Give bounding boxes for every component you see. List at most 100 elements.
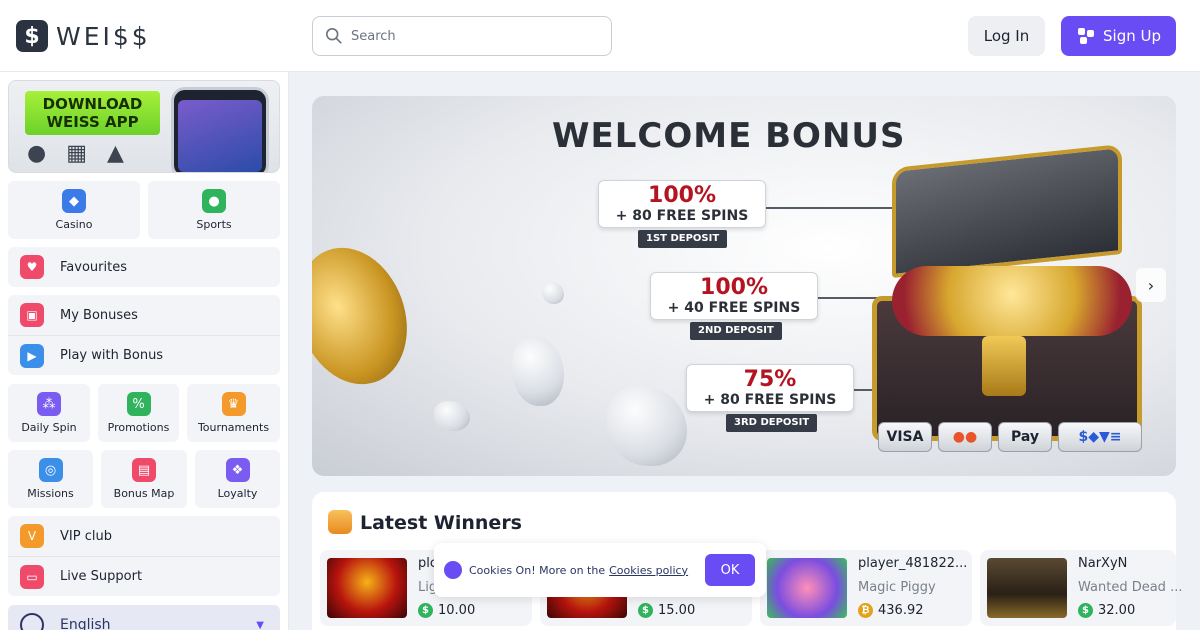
support-group: V VIP club ▭ Live Support bbox=[8, 516, 280, 596]
game-thumbnail bbox=[767, 558, 847, 618]
sports-icon: ● bbox=[202, 189, 226, 213]
winner-amount-value: 32.00 bbox=[1098, 603, 1136, 618]
sidebar: DOWNLOAD WEISS APP ● ▦ ▲ ◆ Casino ● Spor… bbox=[0, 72, 289, 630]
globe-icon bbox=[20, 613, 44, 630]
signup-icon bbox=[1078, 28, 1094, 44]
search-box[interactable] bbox=[312, 16, 612, 56]
logo[interactable]: $ WEI$$ bbox=[16, 20, 151, 52]
gift-icon: ▣ bbox=[20, 303, 44, 327]
winner-card[interactable]: player_481822... Magic Piggy ₿ 436.92 bbox=[760, 550, 972, 626]
top-tiles: ◆ Casino ● Sports bbox=[8, 181, 280, 239]
bonus-2-spins: + 40 FREE SPINS bbox=[667, 300, 801, 316]
winner-amount-value: 15.00 bbox=[658, 603, 696, 618]
crypto-icons: $◆▼≡ bbox=[1058, 422, 1142, 452]
winner-amount: ₿ 436.92 bbox=[858, 603, 924, 618]
bonus-3-percent: 75% bbox=[743, 367, 797, 392]
low-tiles: ◎ Missions ▤ Bonus Map ❖ Loyalty bbox=[8, 450, 280, 508]
bonus-1-tag: 1ST DEPOSIT bbox=[638, 230, 728, 248]
app-tag-line2: WEISS APP bbox=[46, 113, 139, 131]
banner-title: WELCOME BONUS bbox=[552, 116, 906, 156]
tile-sports-label: Sports bbox=[196, 218, 232, 231]
signup-label: Sign Up bbox=[1103, 27, 1161, 45]
dollar-coin-icon: $ bbox=[638, 603, 653, 618]
promotions-label: Promotions bbox=[107, 421, 170, 434]
vip-club-label: VIP club bbox=[60, 528, 112, 544]
login-button[interactable]: Log In bbox=[968, 16, 1045, 56]
download-app-tag: DOWNLOAD WEISS APP bbox=[25, 91, 160, 135]
tile-bonus-map[interactable]: ▤ Bonus Map bbox=[101, 450, 187, 508]
chat-icon: ▭ bbox=[20, 564, 44, 589]
phone-image bbox=[171, 87, 269, 172]
language-selector[interactable]: English ▼ bbox=[8, 605, 280, 630]
winner-player: NarXyN bbox=[1078, 556, 1128, 571]
top-header: $ WEI$$ Log In Sign Up bbox=[0, 0, 1200, 72]
trophy-icon: ♛ bbox=[221, 392, 246, 416]
download-app-banner[interactable]: DOWNLOAD WEISS APP ● ▦ ▲ bbox=[8, 80, 280, 173]
cookie-icon bbox=[444, 561, 462, 579]
crystal-image bbox=[542, 282, 564, 304]
live-support-label: Live Support bbox=[60, 569, 143, 584]
crystal-image bbox=[512, 336, 564, 406]
bonus-offer-1: 100% + 80 FREE SPINS bbox=[598, 180, 766, 228]
crystal-image bbox=[607, 386, 687, 466]
cookie-ok-button[interactable]: OK bbox=[705, 554, 755, 586]
bonus-1-spins: + 80 FREE SPINS bbox=[615, 208, 749, 224]
cookie-banner: Cookies On! More on the Cookies policy O… bbox=[434, 543, 766, 597]
winner-amount-value: 10.00 bbox=[438, 603, 476, 618]
bonus-play-icon: ▶ bbox=[20, 343, 44, 368]
bonus-3-tag: 3RD DEPOSIT bbox=[726, 414, 818, 432]
dollar-coin-icon: $ bbox=[1078, 603, 1093, 618]
language-label: English bbox=[60, 617, 111, 630]
heart-icon: ♥ bbox=[20, 255, 44, 279]
bonus-3-spins: + 80 FREE SPINS bbox=[703, 392, 837, 408]
signup-button[interactable]: Sign Up bbox=[1061, 16, 1176, 56]
dollar-coin-icon: $ bbox=[418, 603, 433, 618]
chevron-down-icon: ▼ bbox=[256, 619, 264, 630]
tile-casino[interactable]: ◆ Casino bbox=[8, 181, 140, 239]
welcome-bonus-banner[interactable]: WELCOME BONUS 100% + 80 FREE SPINS 1ST D… bbox=[312, 96, 1176, 476]
map-icon: ▤ bbox=[132, 458, 156, 482]
bonus-2-tag: 2ND DEPOSIT bbox=[690, 322, 782, 340]
bonus-group: ▣ My Bonuses ▶ Play with Bonus bbox=[8, 295, 280, 375]
tile-loyalty[interactable]: ❖ Loyalty bbox=[195, 450, 280, 508]
favourites-label: Favourites bbox=[60, 259, 127, 275]
game-thumbnail bbox=[987, 558, 1067, 618]
windows-icon: ▦ bbox=[66, 141, 87, 166]
latest-winners-title: Latest Winners bbox=[360, 512, 522, 534]
daily-spin-icon: ⁂ bbox=[37, 392, 61, 416]
visa-icon: VISA bbox=[878, 422, 932, 452]
tile-daily-spin[interactable]: ⁂ Daily Spin bbox=[8, 384, 90, 442]
os-icons: ● ▦ ▲ bbox=[27, 141, 124, 166]
apple-icon: ● bbox=[27, 141, 47, 166]
coins-icon bbox=[328, 510, 352, 534]
promotions-icon: % bbox=[126, 392, 151, 416]
chevron-right-icon[interactable]: › bbox=[1136, 268, 1166, 302]
logo-mark: $ bbox=[16, 20, 48, 52]
winner-amount: $ 10.00 bbox=[418, 603, 475, 618]
sidebar-item-play-with-bonus[interactable]: ▶ Play with Bonus bbox=[8, 335, 280, 375]
target-icon: ◎ bbox=[38, 458, 63, 482]
loyalty-icon: ❖ bbox=[225, 458, 250, 482]
winner-card[interactable]: NarXyN Wanted Dead ... $ 32.00 bbox=[980, 550, 1182, 626]
bonus-1-percent: 100% bbox=[648, 183, 716, 208]
sidebar-item-my-bonuses[interactable]: ▣ My Bonuses bbox=[8, 295, 280, 335]
search-input[interactable] bbox=[351, 28, 591, 44]
winner-amount: $ 32.00 bbox=[1078, 603, 1135, 618]
mid-tiles: ⁂ Daily Spin % Promotions ♛ Tournaments bbox=[8, 384, 280, 442]
sidebar-item-live-support[interactable]: ▭ Live Support bbox=[8, 556, 280, 596]
tile-casino-label: Casino bbox=[55, 218, 93, 231]
sidebar-item-vip-club[interactable]: V VIP club bbox=[8, 516, 280, 556]
treasure-chest-image bbox=[872, 143, 1152, 456]
vip-icon: V bbox=[20, 524, 44, 548]
sidebar-item-favourites[interactable]: ♥ Favourites bbox=[8, 247, 280, 287]
bitcoin-coin-icon: ₿ bbox=[858, 603, 873, 618]
tile-sports[interactable]: ● Sports bbox=[148, 181, 280, 239]
mastercard-icon: ●● bbox=[938, 422, 992, 452]
tile-tournaments[interactable]: ♛ Tournaments bbox=[187, 384, 280, 442]
tile-promotions[interactable]: % Promotions bbox=[98, 384, 179, 442]
winner-amount: $ 15.00 bbox=[638, 603, 695, 618]
cookies-policy-link[interactable]: Cookies policy bbox=[609, 564, 688, 577]
tile-missions[interactable]: ◎ Missions bbox=[8, 450, 93, 508]
crystal-image bbox=[434, 401, 470, 431]
bonus-2-connector bbox=[818, 297, 878, 299]
